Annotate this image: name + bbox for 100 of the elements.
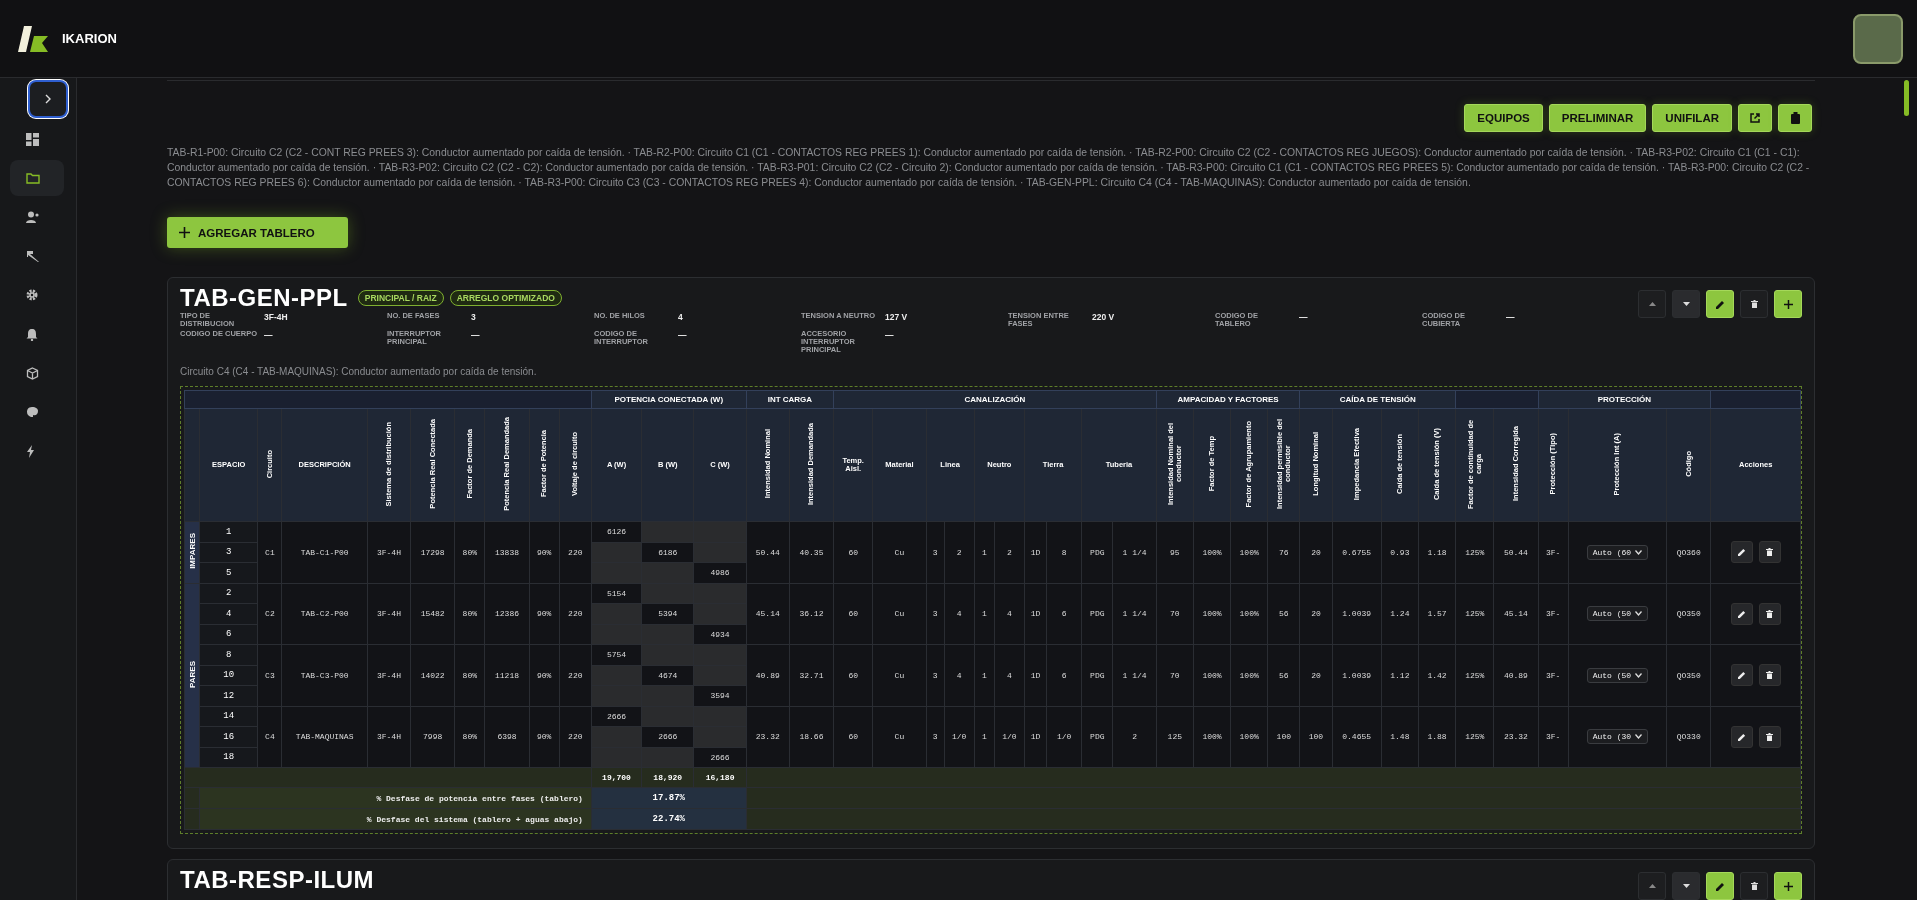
table-cell: Cu <box>872 583 927 645</box>
table-cell: 18.66 <box>789 706 834 768</box>
table-cell: 3F- <box>1538 583 1569 645</box>
add-button[interactable] <box>1774 290 1802 318</box>
caret-down-icon <box>1682 884 1690 888</box>
table-cell: 60 <box>833 644 873 706</box>
table-cell: 4 <box>944 583 975 645</box>
field-value: — <box>264 330 273 342</box>
chevron-down-icon <box>1635 549 1643 555</box>
table-cell: 1/0 <box>944 706 975 768</box>
table-cell: 1.57 <box>1418 583 1456 645</box>
table-cell: 1 1/4 <box>1112 521 1157 583</box>
table-cell: 3F- <box>1538 644 1569 706</box>
delete-button[interactable] <box>1740 290 1768 318</box>
breaker-select[interactable]: Auto (30 <box>1586 729 1649 745</box>
table-cell: 3F- <box>1538 521 1569 583</box>
table-cell: 0.93 <box>1381 521 1419 583</box>
field-value: — <box>471 330 480 342</box>
delete-button[interactable] <box>1740 872 1768 900</box>
folder-icon <box>26 172 40 184</box>
delete-button[interactable] <box>1758 664 1781 687</box>
table-cell: 23.32 <box>746 706 790 768</box>
dashboard-icon <box>26 132 39 146</box>
table-cell: 40.89 <box>746 644 790 706</box>
table-cell: 125% <box>1455 583 1494 645</box>
table-cell: 4 <box>994 644 1025 706</box>
export-button[interactable] <box>1738 104 1772 132</box>
table-cell: 1.12 <box>1381 644 1419 706</box>
toolbar-button[interactable]: PRELIMINAR <box>1548 104 1647 132</box>
table-cell: 80% <box>454 706 485 768</box>
toolbar-button[interactable]: UNIFILAR <box>1652 104 1732 132</box>
trash-icon <box>1766 671 1774 680</box>
table-cell: 100% <box>1230 583 1268 645</box>
table-cell: C2 <box>257 583 282 645</box>
sidebar-item[interactable] <box>10 160 64 196</box>
table-cell: 1.48 <box>1381 706 1419 768</box>
field-value: — <box>885 330 894 342</box>
caret-up-icon <box>1648 884 1656 888</box>
table-cell: TAB-C3-P00 <box>281 644 368 706</box>
delete-button[interactable] <box>1758 725 1781 748</box>
board-note: Circuito C4 (C4 - TAB-MAQUINAS): Conductor aumentado por caída de tensión. <box>180 366 538 377</box>
breaker-select[interactable]: Auto (50 <box>1586 667 1649 683</box>
table-cell: 76 <box>1267 521 1300 583</box>
caret-up-icon <box>1648 302 1656 306</box>
table-cell: QO330 <box>1666 706 1711 768</box>
clipboard-icon <box>1790 112 1800 124</box>
table-cell: 32.71 <box>789 644 834 706</box>
add-button[interactable] <box>1774 872 1802 900</box>
external-link-icon <box>1750 113 1760 123</box>
table-cell: 56 <box>1267 644 1300 706</box>
table-cell: 60 <box>833 583 873 645</box>
edit-button[interactable] <box>1730 725 1753 748</box>
table-cell: 60 <box>833 521 873 583</box>
table-cell: Cu <box>872 706 927 768</box>
table-cell: 100% <box>1193 644 1231 706</box>
chevron-right-icon <box>44 94 52 104</box>
warning-text: TAB-R1-P00: Circuito C2 (C2 - CONT REG PREES 3): Conductor aumentado por caída de tensión. · TAB-R2-P00: Circuito C1 (C1 - CONTACTOS REG PREES 1): Conductor aumentado por caída de tensión. · TAB-R2-P00: Circuito C2 (C2 - CONTACTOS REG JUEGOS): Conductor aumentado por caída de tensión. · TAB-R3-P02: Circuito C1 (C1 - C1): Conductor aumentado por caída de tensión. · TAB-R3-P02: Circuito C2 (C2 - C2): Conductor aumentado por caída de tensión. · TAB-R3-P01: Circuito C2 (C2 - Circuito 2): Conductor aumentado por caída de tensión. · TAB-R3-P00: Circuito C1 (C1 - CONTACTOS REG PREES 5): Conductor aumentado por caída de tensión. · TAB-R3-P00: Circuito C2 (C2 - CONTACTOS REG PREES 6): Conductor aumentado por caída de tensión. · TAB-R3-P00: Circuito C3 (C3 - CONTACTOS REG PREES 4): Conductor aumentado por caída de tensión. · TAB-GEN-PPL: Circuito C4 (C4 - TAB-MAQUINAS): Conductor aumentado por caída de tensión. <box>167 146 1811 190</box>
expand-button[interactable] <box>28 80 68 118</box>
table-cell: 20 <box>1299 583 1333 645</box>
side-group-label: PARES <box>187 660 197 688</box>
pencil-icon <box>1737 609 1746 618</box>
table-cell: 1 1/4 <box>1112 583 1157 645</box>
delete-button[interactable] <box>1758 602 1781 625</box>
table-cell: 3F-4H <box>367 583 411 645</box>
summary-label: % Desfase de potencia entre fases (tablero) <box>199 787 592 809</box>
table-cell: PDG <box>1081 644 1113 706</box>
trash-icon <box>1750 882 1758 890</box>
pencil-icon <box>1737 732 1746 741</box>
table-cell: Cu <box>872 644 927 706</box>
breaker-select[interactable]: Auto (50 <box>1586 606 1649 622</box>
table-cell: 125% <box>1455 644 1494 706</box>
scrollbar-thumb[interactable] <box>1904 80 1909 116</box>
chevron-down-icon <box>1635 611 1643 617</box>
avatar-placeholder[interactable] <box>1853 13 1903 64</box>
delete-button[interactable] <box>1758 541 1781 564</box>
table-cell: 3F-4H <box>367 706 411 768</box>
edit-button[interactable] <box>1730 602 1753 625</box>
person-icon <box>26 211 39 223</box>
table-cell: 220 <box>559 521 592 583</box>
table-cell: 100 <box>1267 706 1300 768</box>
table-cell: 45.14 <box>746 583 790 645</box>
table-cell: 40.35 <box>789 521 834 583</box>
add-board-button[interactable]: AGREGAR TABLERO <box>167 217 348 248</box>
trash-icon <box>1766 548 1774 557</box>
field-value: — <box>1299 312 1308 324</box>
table-cell: 7998 <box>410 706 455 768</box>
toolbar-button[interactable]: EQUIPOS <box>1464 104 1543 132</box>
table-cell: 100% <box>1193 583 1231 645</box>
table-cell: 90% <box>529 644 560 706</box>
table-cell: 90% <box>529 706 560 768</box>
table-cell: TAB-C1-P00 <box>281 521 368 583</box>
edit-button[interactable] <box>1730 664 1753 687</box>
table-cell: QO350 <box>1666 583 1711 645</box>
clipboard-button[interactable] <box>1778 104 1812 132</box>
logo-icon <box>18 25 48 52</box>
edit-button[interactable] <box>1730 541 1753 564</box>
table-cell: 50.44 <box>746 521 790 583</box>
table-cell: 1/0 <box>994 706 1025 768</box>
table-cell: 17298 <box>410 521 455 583</box>
breaker-select[interactable]: Auto (60 <box>1586 544 1649 560</box>
